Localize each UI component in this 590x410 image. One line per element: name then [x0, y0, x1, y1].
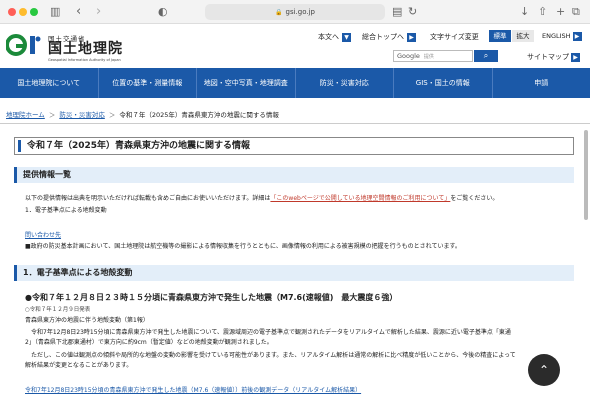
skip-to-content-link[interactable]: 本文へ ▼: [318, 32, 351, 42]
page-title: 令和７年（2025年）青森県東方沖の地震に関する情報: [14, 137, 574, 155]
usage-terms-link[interactable]: 「このwebページで公開している地理空間情報のご利用について」: [270, 195, 450, 202]
search-placeholder: 提供: [423, 54, 434, 60]
font-size-standard-button[interactable]: 標準: [489, 30, 511, 42]
shield-icon[interactable]: ◐: [158, 4, 168, 20]
url-text: gsi.go.jp: [285, 8, 315, 16]
nav-gis[interactable]: GIS・国土の情報: [394, 68, 493, 98]
english-link[interactable]: ENGLISH ▶: [542, 32, 582, 41]
arrow-right-icon: ▶: [572, 32, 582, 41]
nav-disaster[interactable]: 防災・災害対応: [296, 68, 394, 98]
section-heading-provided-info: 提供情報一覧: [14, 167, 574, 183]
reader-icon[interactable]: ▤: [392, 4, 402, 20]
reload-icon[interactable]: ↻: [408, 4, 417, 20]
breadcrumb-disaster[interactable]: 防災・災害対応: [59, 111, 105, 119]
report-paragraph-3: ただし、この値は観測点の傾斜や局所的な地盤の変動の影響を受けている可能性がありま…: [25, 352, 516, 359]
new-tab-icon[interactable]: +: [556, 4, 565, 20]
report-paragraph-4: 解析結果が変更となることがあります。: [25, 362, 133, 369]
nav-application[interactable]: 申請: [493, 68, 590, 98]
lock-icon: 🔒: [275, 9, 283, 16]
minimize-window-button[interactable]: [19, 8, 27, 16]
share-icon[interactable]: ⇧: [538, 4, 547, 20]
download-icon[interactable]: ↓: [520, 4, 529, 20]
toc-item-crustal-deformation[interactable]: 1．電子基準点による地殻変動: [25, 206, 107, 215]
breadcrumb-home[interactable]: 地理院ホーム: [6, 111, 45, 119]
announcement-date: ○令和７年１２月９日発表: [25, 307, 91, 313]
nav-maps-photos[interactable]: 地図・空中写真・地理調査: [197, 68, 296, 98]
site-logo-english: Geospatial Information Authority of Japa…: [48, 58, 121, 62]
font-size-large-button[interactable]: 拡大: [512, 30, 534, 42]
report-title: 青森県東方沖の地震に伴う地殻変動（第1報）: [25, 317, 149, 324]
disaster-plan-note: ■政府の防災基本計画において、国土地理院は航空機等の撮影による情報収集を行うとと…: [25, 243, 461, 250]
chevron-up-icon: ⌃: [538, 363, 550, 377]
address-bar[interactable]: 🔒 gsi.go.jp: [205, 4, 385, 20]
global-nav: 国土地理院について 位置の基準・測量情報 地図・空中写真・地理調査 防災・災害対…: [0, 68, 590, 98]
nav-about[interactable]: 国土地理院について: [0, 68, 99, 98]
site-search-input[interactable]: Google 提供: [393, 50, 473, 62]
breadcrumb: 地理院ホーム＞防災・災害対応＞令和７年（2025年）青森県東方沖の地震に関する情…: [6, 109, 279, 119]
observation-data-link[interactable]: 令和7年12月8日23時15分頃の青森県東方沖で発生した地震（M7.6（速報値）…: [25, 386, 361, 395]
report-paragraph-1: 令和7年12月8日23時15分頃に青森県東方沖で発生した地震について、震源域周辺…: [25, 329, 511, 336]
breadcrumb-current: 令和７年（2025年）青森県東方沖の地震に関する情報: [119, 111, 279, 119]
arrow-down-icon: ▼: [342, 32, 351, 42]
sitemap-link[interactable]: サイトマップ ▶: [527, 52, 580, 62]
chevron-right-icon: ＞: [108, 111, 116, 119]
top-page-link[interactable]: 総合トップへ ▶: [362, 32, 416, 42]
search-button[interactable]: ⌕: [474, 50, 498, 62]
arrow-right-icon: ▶: [571, 53, 580, 62]
search-icon: ⌕: [483, 51, 489, 60]
site-header: 国土交通省 国土地理院 Geospatial Information Autho…: [0, 24, 590, 68]
google-brand: Google: [397, 52, 420, 60]
divider: [0, 123, 590, 124]
page-scrollbar[interactable]: [584, 130, 588, 220]
tabs-overview-icon[interactable]: ⧉: [572, 4, 580, 20]
sidebar-icon[interactable]: ▥: [50, 4, 60, 20]
font-size-label: 文字サイズ変更: [430, 33, 479, 41]
report-paragraph-2: 2」（青森県下北郡東通村）で東方向に約9cm（暫定値）などの地殻変動が観測されま…: [25, 339, 273, 346]
gsi-logo-icon[interactable]: [6, 33, 42, 57]
nav-survey-standards[interactable]: 位置の基準・測量情報: [99, 68, 197, 98]
inquiry-link[interactable]: 問い合わせ先: [25, 231, 61, 240]
usage-paragraph: 以下の提供情報は出典を明示いただければ転載も含めご自由にお使いいただけます。詳細…: [25, 195, 499, 202]
forward-icon[interactable]: ›: [96, 4, 101, 20]
chevron-right-icon: ＞: [48, 111, 56, 119]
browser-toolbar: ▥ ‹ › ◐ 🔒 gsi.go.jp ▤ ↻ ↓ ⇧ + ⧉: [0, 0, 590, 24]
back-icon[interactable]: ‹: [76, 4, 81, 20]
section-heading-crustal-deformation: 1．電子基準点による地殻変動: [14, 265, 574, 281]
close-window-button[interactable]: [8, 8, 16, 16]
earthquake-subheading: ●令和７年１２月８日２３時１５分頃に青森県東方沖で発生した地震（M7.6(速報値…: [25, 293, 398, 302]
arrow-right-icon: ▶: [407, 32, 416, 42]
back-to-top-button[interactable]: ⌃: [528, 354, 560, 386]
zoom-window-button[interactable]: [30, 8, 38, 16]
site-logo-text[interactable]: 国土地理院: [48, 41, 123, 57]
